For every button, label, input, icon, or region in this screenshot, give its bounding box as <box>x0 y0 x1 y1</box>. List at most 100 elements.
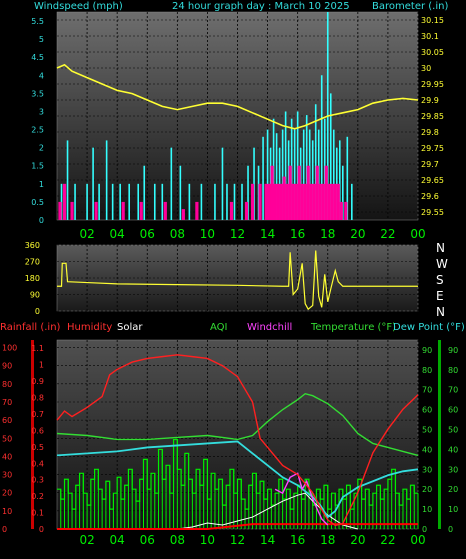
gust-bar <box>344 201 348 220</box>
gust-bar <box>315 165 319 220</box>
wind-tick-label: 1 <box>39 180 44 189</box>
temperature-tick-label: 50 <box>422 426 432 435</box>
gust-bar <box>282 176 286 220</box>
gust-bar <box>250 183 255 220</box>
x-tick-label: 12 <box>230 227 245 241</box>
gust-bar <box>62 183 67 220</box>
graph-title: 24 hour graph day : March 10 2025 <box>172 1 350 12</box>
baro-tick-label: 30.1 <box>421 32 439 41</box>
windspeed-label: Windspeed (mph) <box>34 1 123 12</box>
temperature-tick-label: 40 <box>422 445 432 454</box>
x-tick-label: 14 <box>260 533 275 547</box>
x-tick-label: 02 <box>79 533 94 547</box>
aqi-tick-label: 80 <box>448 366 458 375</box>
gust-bar <box>94 201 98 220</box>
wind-tick-label: 2 <box>39 144 44 153</box>
baro-tick-label: 30.15 <box>421 16 444 25</box>
compass-label: N <box>436 305 445 319</box>
x-tick-label: 10 <box>200 533 215 547</box>
baro-tick-label: 29.85 <box>421 112 444 121</box>
rain-tick-label: 0.2 <box>31 492 44 501</box>
dewpoint-label: Dew Point (°F) <box>393 322 465 333</box>
x-tick-label: 08 <box>170 533 185 547</box>
direction-tick-label: 0 <box>35 307 40 316</box>
rainfall-label: Rainfall (.in) <box>0 322 61 333</box>
gust-bar <box>330 183 334 220</box>
gust-bar <box>121 201 125 220</box>
x-tick-label: 18 <box>320 533 335 547</box>
gust-bar <box>333 183 337 220</box>
humidity-tick-label: 20 <box>2 489 12 498</box>
direction-tick-label: 90 <box>30 291 40 300</box>
humidity-tick-label: 70 <box>2 398 12 407</box>
x-tick-label: 22 <box>380 533 395 547</box>
wind-tick-label: 5 <box>39 35 44 44</box>
temperature-label: Temperature (°F) <box>310 322 396 333</box>
gust-bar <box>181 209 185 220</box>
gust-bar <box>195 201 199 220</box>
baro-tick-label: 29.75 <box>421 144 444 153</box>
temperature-tick-label: 60 <box>422 406 432 415</box>
aqi-tick-label: 20 <box>448 485 458 494</box>
humidity-tick-label: 60 <box>2 416 12 425</box>
x-tick-label: 18 <box>320 227 335 241</box>
gust-bar <box>324 165 328 220</box>
gust-bar <box>339 201 343 220</box>
x-tick-label: 00 <box>410 533 425 547</box>
aqi-tick-label: 30 <box>448 465 458 474</box>
gust-bar <box>276 183 280 220</box>
aqi-tick-label: 50 <box>448 426 458 435</box>
gust-bar <box>288 165 292 220</box>
gust-bar <box>229 201 234 220</box>
x-tick-label: 16 <box>290 533 305 547</box>
x-tick-label: 00 <box>410 227 425 241</box>
baro-tick-label: 29.7 <box>421 160 439 169</box>
x-tick-label: 12 <box>230 533 245 547</box>
gust-bar <box>297 165 301 220</box>
baro-tick-label: 29.8 <box>421 128 439 137</box>
rain-tick-label: 1.1 <box>31 344 44 353</box>
gust-bar <box>294 183 298 220</box>
gust-bar <box>312 183 316 220</box>
direction-tick-label: 360 <box>25 241 40 250</box>
gust-bar <box>321 183 325 220</box>
gust-bar <box>267 183 271 220</box>
temperature-tick-label: 10 <box>422 505 432 514</box>
x-tick-label: 06 <box>140 533 155 547</box>
gust-bar <box>70 201 74 220</box>
x-tick-label: 08 <box>170 227 185 241</box>
temperature-tick-label: 0 <box>422 525 427 534</box>
gust-bar <box>306 165 310 220</box>
temperature-tick-label: 30 <box>422 465 432 474</box>
wind-tick-label: 0.5 <box>31 198 44 207</box>
gust-bar <box>300 183 304 220</box>
aqi-tick-label: 60 <box>448 406 458 415</box>
humidity-tick-label: 40 <box>2 452 12 461</box>
humidity-tick-label: 50 <box>2 434 12 443</box>
temp-axis-bar <box>438 340 441 529</box>
rain-tick-label: 0.6 <box>31 426 44 435</box>
gust-bar <box>244 201 249 220</box>
compass-label: N <box>436 241 445 255</box>
aqi-tick-label: 10 <box>448 505 458 514</box>
temperature-tick-label: 20 <box>422 485 432 494</box>
temperature-tick-label: 80 <box>422 366 432 375</box>
x-tick-label: 06 <box>140 227 155 241</box>
rain-tick-label: 0.9 <box>31 377 44 386</box>
gust-bar <box>258 183 262 220</box>
gust-bar <box>285 183 289 220</box>
wind-tick-label: 4.5 <box>31 53 44 62</box>
humidity-tick-label: 90 <box>2 362 12 371</box>
humidity-label: Humidity <box>67 322 112 333</box>
x-tick-label: 16 <box>290 227 305 241</box>
wind-tick-label: 5.5 <box>31 17 44 26</box>
rain-tick-label: 0.5 <box>31 443 44 452</box>
compass-label: W <box>436 257 448 271</box>
baro-tick-label: 29.6 <box>421 192 439 201</box>
wind-tick-label: 3 <box>39 107 44 116</box>
gust-bar <box>336 183 340 220</box>
gust-bar <box>309 183 313 220</box>
gust-bar <box>318 183 322 220</box>
direction-tick-label: 180 <box>25 274 40 283</box>
wind-tick-label: 0 <box>39 216 44 225</box>
